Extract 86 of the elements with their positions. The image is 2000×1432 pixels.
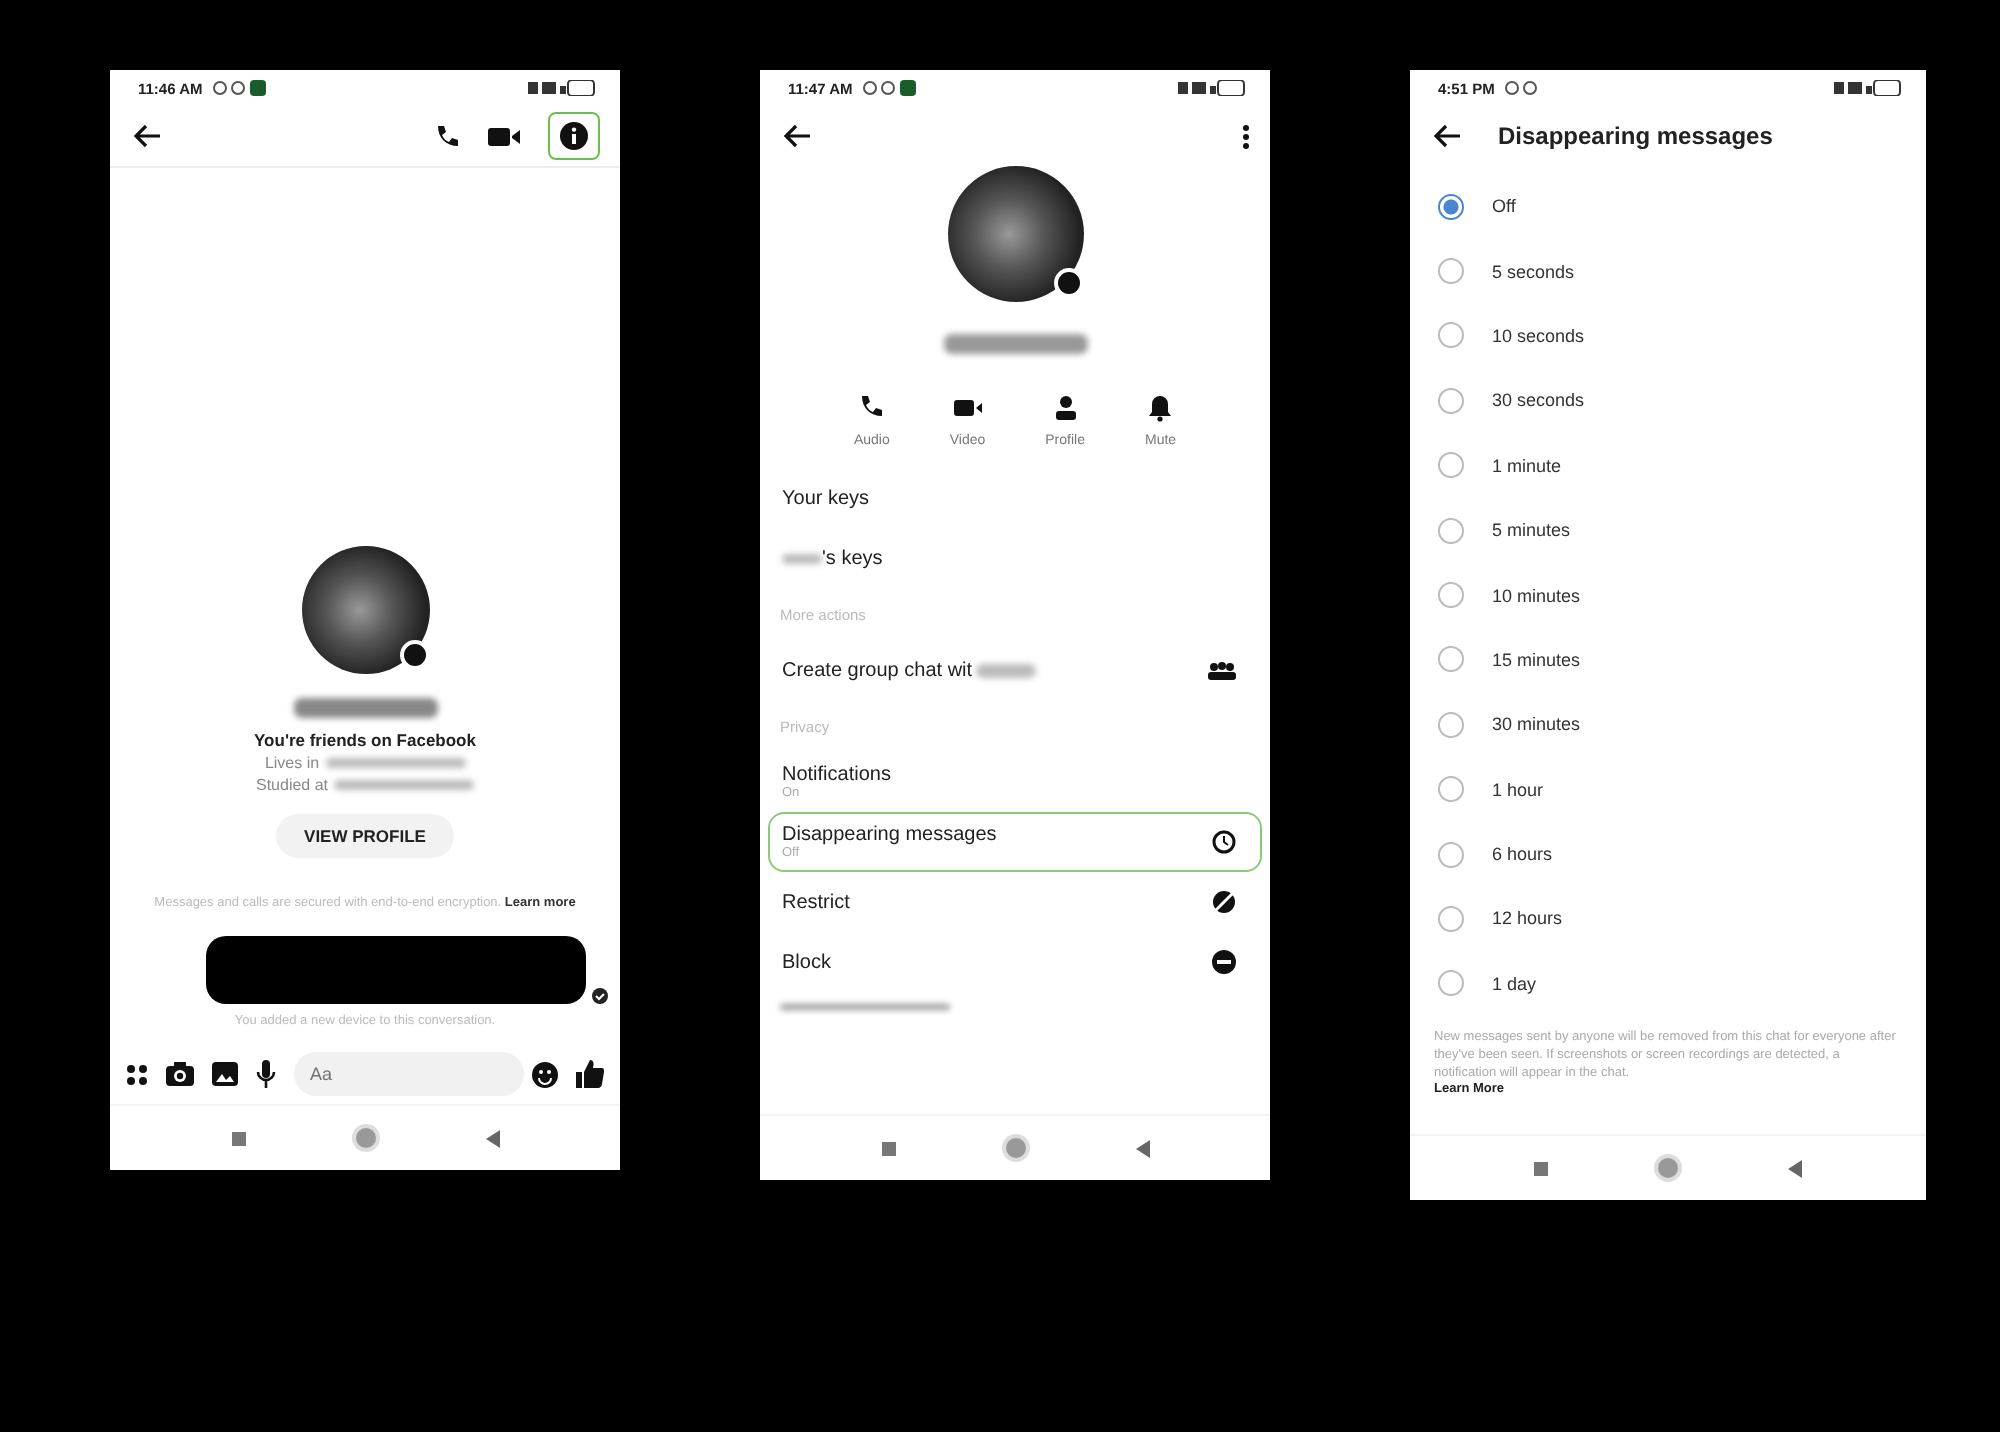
view-profile-button[interactable]: VIEW PROFILE (276, 813, 454, 858)
friends-text: You're friends on Facebook (254, 729, 476, 750)
recents-button[interactable] (881, 1141, 895, 1155)
timer-option[interactable]: 10 seconds (1438, 303, 1926, 369)
row-label: Disappearing messages (782, 824, 997, 846)
back-arrow-icon[interactable] (134, 124, 162, 148)
row-label: Block (782, 951, 831, 973)
person-icon[interactable] (1051, 394, 1080, 422)
radio-button[interactable] (1438, 193, 1464, 220)
phone-icon[interactable] (857, 394, 886, 422)
radio-button[interactable] (1438, 905, 1464, 932)
back-triangle-icon[interactable] (1135, 1139, 1149, 1157)
screen-title: Disappearing messages (1498, 122, 1773, 150)
back-triangle-icon[interactable] (485, 1129, 499, 1147)
recents-button[interactable] (1534, 1161, 1548, 1175)
signal-battery-icons (1178, 80, 1246, 96)
timer-option[interactable]: 1 hour (1438, 757, 1926, 822)
radio-button[interactable] (1438, 970, 1464, 997)
timer-option[interactable]: 5 seconds (1438, 238, 1926, 304)
block-icon (1212, 950, 1236, 974)
timer-option[interactable]: 5 minutes (1438, 497, 1926, 563)
restrict-icon (1212, 890, 1236, 914)
notification-icons (862, 80, 919, 96)
radio-button[interactable] (1438, 582, 1464, 609)
camera-icon[interactable] (166, 1062, 194, 1086)
more-options-icon[interactable] (1242, 123, 1250, 149)
timer-option[interactable]: 1 minute (1438, 433, 1926, 498)
radio-button[interactable] (1438, 841, 1464, 868)
back-triangle-icon[interactable] (1788, 1159, 1802, 1177)
radio-button[interactable] (1438, 387, 1464, 414)
radio-button[interactable] (1438, 258, 1464, 285)
notification-icons (1504, 80, 1541, 96)
redacted-text (782, 553, 822, 563)
bell-icon[interactable] (1146, 394, 1175, 422)
radio-button[interactable] (1438, 776, 1464, 803)
timer-option[interactable]: 30 seconds (1438, 368, 1926, 434)
video-camera-icon[interactable] (488, 125, 520, 147)
redacted-text (325, 757, 466, 768)
info-icon[interactable] (560, 122, 588, 150)
back-arrow-icon[interactable] (1434, 124, 1462, 148)
back-arrow-icon[interactable] (784, 124, 812, 148)
radio-button[interactable] (1438, 646, 1464, 673)
timer-option[interactable]: 15 minutes (1438, 627, 1926, 693)
radio-button[interactable] (1438, 711, 1464, 738)
video-camera-icon[interactable] (953, 394, 982, 422)
row-label: Create group chat wit (782, 659, 973, 681)
settings-row[interactable]: Create group chat wit (768, 640, 1262, 700)
settings-row[interactable]: Restrict (768, 872, 1262, 932)
recents-button[interactable] (231, 1131, 245, 1145)
radio-button[interactable] (1438, 517, 1464, 544)
radio-button[interactable] (1438, 322, 1464, 349)
redacted-text (334, 779, 475, 790)
redacted-name (293, 697, 437, 718)
emoji-icon[interactable] (532, 1061, 558, 1087)
redacted-text (976, 663, 1037, 677)
timer-option[interactable]: 12 hours (1438, 886, 1926, 952)
message-input-field[interactable]: Aa (294, 1052, 524, 1096)
signal-battery-icons (1834, 80, 1902, 96)
row-label: Your keys (782, 487, 870, 509)
studied-at-label: Studied at (255, 775, 329, 794)
timer-option[interactable]: 10 minutes (1438, 562, 1926, 628)
settings-row[interactable]: Block (768, 932, 1262, 992)
lock-badge-icon (1053, 268, 1083, 298)
row-label: 's keys (822, 547, 883, 569)
people-icon (1208, 661, 1236, 679)
apps-icon[interactable] (126, 1063, 148, 1085)
timer-option[interactable]: 30 minutes (1438, 692, 1926, 758)
phone-icon[interactable] (434, 123, 460, 149)
settings-row[interactable]: Your keys (768, 468, 1262, 528)
redacted-name (943, 334, 1087, 354)
row-label: Notifications (782, 764, 891, 786)
timer-option[interactable]: 6 hours (1438, 821, 1926, 887)
settings-row[interactable]: 's keys (768, 528, 1262, 588)
signal-battery-icons (528, 80, 596, 96)
clock-history-icon (1212, 830, 1236, 854)
thumbs-up-icon[interactable] (576, 1060, 604, 1088)
info-button[interactable] (548, 112, 600, 160)
image-icon[interactable] (212, 1062, 238, 1086)
microphone-icon[interactable] (256, 1060, 276, 1088)
row-label: Restrict (782, 891, 850, 913)
timer-option[interactable]: Off (1438, 174, 1926, 239)
notification-icons (212, 80, 269, 96)
radio-button[interactable] (1438, 452, 1464, 479)
read-receipt-icon (592, 988, 608, 1004)
timer-option[interactable]: 1 day (1438, 951, 1926, 1017)
lives-in-label: Lives in (264, 753, 320, 772)
